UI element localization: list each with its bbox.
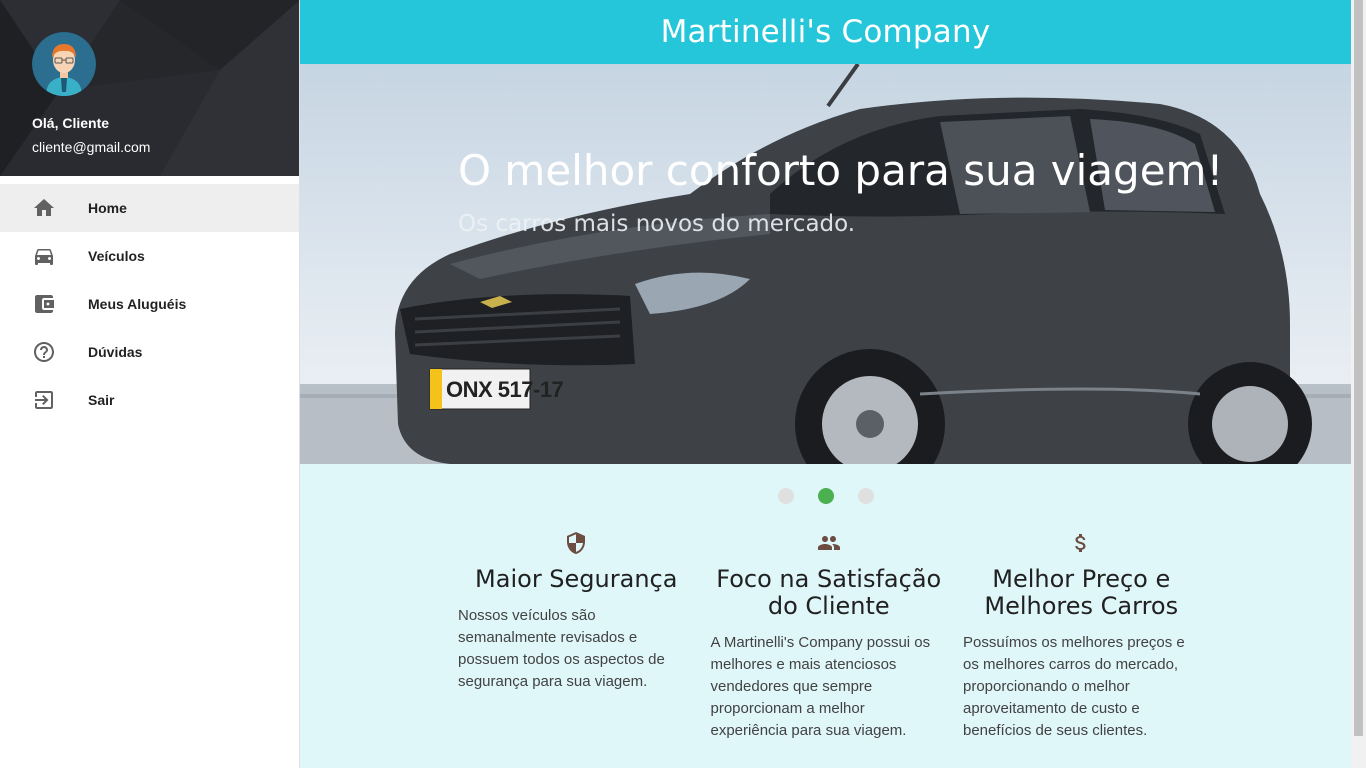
sidebar-item-label: Veículos xyxy=(88,248,145,264)
sidebar-item-meus-alugueis[interactable]: Meus Aluguéis xyxy=(0,280,299,328)
feature-text: Nossos veículos são semanalmente revisad… xyxy=(458,607,665,690)
brand-logo[interactable]: Martinelli's Company xyxy=(661,14,991,50)
sidebar-item-label: Sair xyxy=(88,392,115,408)
scrollbar-thumb[interactable] xyxy=(1354,0,1363,736)
help-icon xyxy=(32,340,56,364)
wallet-icon xyxy=(32,292,56,316)
sidenav: Olá, Cliente cliente@gmail.com Home Veíc… xyxy=(0,0,300,768)
feature-price: Melhor Preço e Melhores Carros Possuímos… xyxy=(955,528,1208,742)
slide-title: O melhor conforto para sua viagem! xyxy=(458,146,1224,195)
slider-indicators xyxy=(300,464,1351,528)
feature-title: Melhor Preço e Melhores Carros xyxy=(984,565,1179,620)
logout-icon xyxy=(32,388,56,412)
sidebar-nav: Home Veículos Meus Aluguéis Dúvidas Sair xyxy=(0,184,299,424)
sidebar-item-label: Meus Aluguéis xyxy=(88,296,187,312)
user-email: cliente@gmail.com xyxy=(32,139,151,155)
security-shield-icon xyxy=(458,528,695,558)
feature-text: Possuímos os melhores preços e os melhor… xyxy=(963,634,1185,739)
top-navbar: Martinelli's Company xyxy=(300,0,1351,64)
features-row: Maior Segurança Nossos veículos são sema… xyxy=(300,528,1351,742)
main-content: Martinelli's Company ONX 517-17 O melhor… xyxy=(300,0,1351,768)
people-icon xyxy=(711,528,948,558)
slider-indicator[interactable] xyxy=(777,488,794,504)
sidebar-item-label: Home xyxy=(88,200,127,216)
user-avatar-icon xyxy=(32,32,96,96)
home-icon xyxy=(32,196,56,220)
dollar-icon xyxy=(963,528,1200,558)
license-plate-text: ONX 517-17 xyxy=(446,377,564,402)
image-slider: ONX 517-17 O melhor conforto para sua vi… xyxy=(300,64,1351,464)
slide-subtitle: Os carros mais novos do mercado. xyxy=(458,211,856,237)
slide-caption: O melhor conforto para sua viagem! Os ca… xyxy=(458,146,1223,237)
sidebar-item-label: Dúvidas xyxy=(88,344,143,360)
feature-security: Maior Segurança Nossos veículos são sema… xyxy=(450,528,703,742)
slider-indicator-active[interactable] xyxy=(817,488,834,504)
sidebar-item-veiculos[interactable]: Veículos xyxy=(0,232,299,280)
sidebar-item-sair[interactable]: Sair xyxy=(0,376,299,424)
sidebar-item-home[interactable]: Home xyxy=(0,184,299,232)
user-view: Olá, Cliente cliente@gmail.com xyxy=(0,0,299,176)
car-icon xyxy=(32,244,56,268)
feature-satisfaction: Foco na Satisfação do Cliente A Martinel… xyxy=(703,528,956,742)
slider-indicator[interactable] xyxy=(857,488,874,504)
sidebar-item-duvidas[interactable]: Dúvidas xyxy=(0,328,299,376)
feature-title: Foco na Satisfação do Cliente xyxy=(716,565,942,620)
feature-title: Maior Segurança xyxy=(475,565,678,593)
user-greeting: Olá, Cliente xyxy=(32,115,110,131)
feature-text: A Martinelli's Company possui os melhore… xyxy=(710,634,931,739)
page-scrollbar[interactable] xyxy=(1351,0,1366,768)
car-image xyxy=(300,64,1351,464)
user-avatar[interactable] xyxy=(32,32,96,96)
